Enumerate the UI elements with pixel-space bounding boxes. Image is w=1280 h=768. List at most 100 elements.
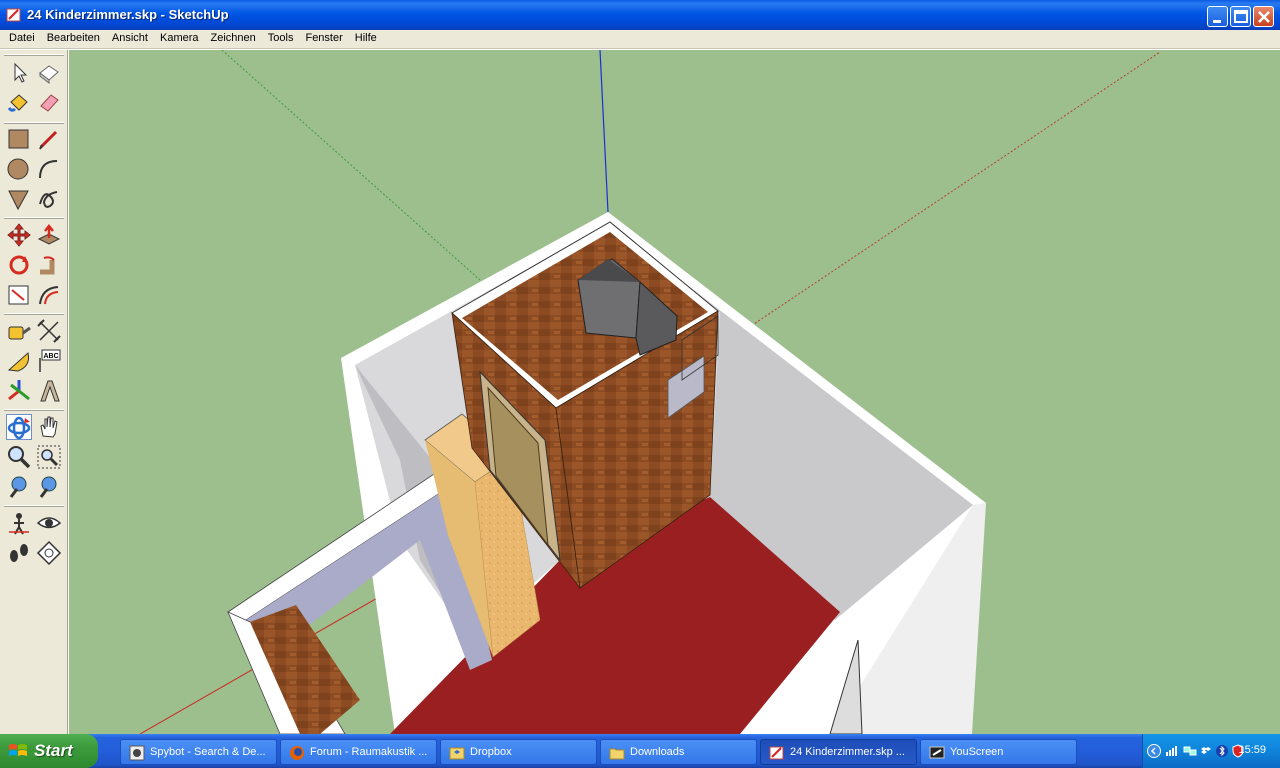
clock[interactable]: 15:59 bbox=[1238, 744, 1266, 756]
circle-tool[interactable] bbox=[6, 156, 32, 182]
axes-tool[interactable] bbox=[6, 378, 32, 404]
task-label: Downloads bbox=[630, 746, 685, 758]
polygon-tool[interactable] bbox=[6, 186, 32, 212]
circle-icon bbox=[7, 158, 29, 180]
task-youscreen[interactable]: YouScreen bbox=[920, 739, 1077, 765]
firefox-icon bbox=[290, 746, 304, 760]
menu-fenster[interactable]: Fenster bbox=[299, 30, 348, 49]
menu-bar: Datei Bearbeiten Ansicht Kamera Zeichnen… bbox=[0, 30, 1280, 49]
drawing-viewport[interactable] bbox=[69, 50, 1280, 734]
menu-datei[interactable]: Datei bbox=[3, 30, 41, 49]
bluetooth-icon[interactable] bbox=[1215, 744, 1229, 758]
push-pull-tool[interactable] bbox=[36, 222, 62, 248]
rotate-tool[interactable] bbox=[6, 252, 32, 278]
look-around-icon bbox=[36, 517, 62, 529]
green-axis-back bbox=[221, 50, 481, 281]
select-tool-icon bbox=[14, 62, 28, 83]
text-tool[interactable]: ABC bbox=[36, 348, 62, 374]
text-icon: ABC bbox=[39, 349, 61, 372]
start-button[interactable]: Start bbox=[0, 734, 98, 768]
menu-kamera[interactable]: Kamera bbox=[154, 30, 205, 49]
task-downloads[interactable]: Downloads bbox=[600, 739, 757, 765]
spybot-icon bbox=[129, 745, 145, 761]
model-scene bbox=[139, 50, 1161, 734]
freehand-tool[interactable] bbox=[36, 186, 62, 212]
window-title: 24 Kinderzimmer.skp - SketchUp bbox=[27, 7, 229, 22]
protractor-tool[interactable] bbox=[6, 348, 32, 374]
dimension-icon bbox=[37, 319, 61, 343]
menu-zeichnen[interactable]: Zeichnen bbox=[205, 30, 262, 49]
polygon-icon bbox=[8, 190, 29, 211]
toolbar-separator bbox=[4, 409, 64, 411]
paint-bucket-tool[interactable] bbox=[6, 90, 32, 116]
large-toolset-toolbar: ABC bbox=[0, 50, 68, 734]
eraser-tool[interactable] bbox=[36, 90, 62, 116]
rotate-icon bbox=[9, 255, 29, 275]
tape-measure-tool[interactable] bbox=[6, 318, 32, 344]
make-component-tool[interactable] bbox=[36, 60, 62, 86]
rectangle-tool[interactable] bbox=[6, 126, 32, 152]
toolbar-separator bbox=[4, 217, 64, 219]
start-label: Start bbox=[34, 741, 73, 760]
task-spybot[interactable]: Spybot - Search & De... bbox=[120, 739, 277, 765]
previous-view-tool[interactable] bbox=[6, 474, 32, 500]
folder-icon bbox=[609, 748, 625, 760]
minimize-button[interactable] bbox=[1207, 6, 1228, 27]
task-firefox[interactable]: Forum - Raumakustik ... bbox=[280, 739, 437, 765]
follow-me-tool[interactable] bbox=[36, 252, 62, 278]
menu-hilfe[interactable]: Hilfe bbox=[349, 30, 383, 49]
pan-tool[interactable] bbox=[36, 414, 62, 440]
select-tool[interactable] bbox=[6, 60, 32, 86]
tape-measure-icon bbox=[8, 326, 31, 340]
walk-tool[interactable] bbox=[6, 540, 32, 566]
zoom-tool[interactable] bbox=[6, 444, 32, 470]
make-component-icon bbox=[39, 65, 59, 85]
dropbox-tray-icon[interactable] bbox=[1199, 744, 1213, 758]
network-icon[interactable] bbox=[1183, 744, 1197, 758]
menu-bearbeiten[interactable]: Bearbeiten bbox=[41, 30, 106, 49]
section-plane-tool[interactable] bbox=[36, 540, 62, 566]
3d-text-icon bbox=[40, 380, 60, 402]
next-view-tool[interactable] bbox=[36, 474, 62, 500]
task-dropbox[interactable]: Dropbox bbox=[440, 739, 597, 765]
task-label: Forum - Raumakustik ... bbox=[310, 746, 428, 758]
sketchup-icon bbox=[769, 746, 784, 760]
position-camera-tool[interactable] bbox=[6, 510, 32, 536]
system-tray: 15:59 bbox=[1142, 734, 1280, 768]
move-tool[interactable] bbox=[6, 222, 32, 248]
orbit-tool[interactable] bbox=[6, 414, 32, 440]
offset-tool[interactable] bbox=[36, 282, 62, 308]
scale-tool[interactable] bbox=[6, 282, 32, 308]
line-icon bbox=[39, 130, 58, 150]
rectangle-icon bbox=[8, 129, 29, 149]
minimize-icon bbox=[1213, 20, 1221, 23]
sketchup-app-icon[interactable] bbox=[6, 7, 22, 23]
task-sketchup[interactable]: 24 Kinderzimmer.skp ... bbox=[760, 739, 917, 765]
maximize-icon bbox=[1234, 10, 1248, 23]
taskbar: Start Spybot - Search & De... Forum - Ra… bbox=[0, 734, 1280, 768]
toolbar-separator bbox=[4, 313, 64, 315]
arc-tool[interactable] bbox=[36, 156, 62, 182]
youscreen-icon bbox=[929, 746, 945, 759]
wifi-icon[interactable] bbox=[1165, 744, 1179, 758]
title-bar: 24 Kinderzimmer.skp - SketchUp bbox=[0, 0, 1280, 30]
task-label: 24 Kinderzimmer.skp ... bbox=[790, 746, 905, 758]
zoom-icon bbox=[8, 446, 31, 469]
blue-axis bbox=[599, 50, 609, 213]
paint-bucket-icon bbox=[7, 94, 28, 112]
menu-tools[interactable]: Tools bbox=[262, 30, 300, 49]
scale-icon bbox=[8, 285, 29, 305]
line-tool[interactable] bbox=[36, 126, 62, 152]
maximize-button[interactable] bbox=[1230, 6, 1251, 27]
dimension-tool[interactable] bbox=[36, 318, 62, 344]
tray-expand-icon[interactable] bbox=[1147, 744, 1161, 758]
menu-ansicht[interactable]: Ansicht bbox=[106, 30, 154, 49]
look-around-tool[interactable] bbox=[36, 510, 62, 536]
freehand-icon bbox=[39, 191, 58, 208]
toolbar-grip[interactable] bbox=[4, 54, 64, 56]
3d-text-tool[interactable] bbox=[36, 378, 62, 404]
eraser-icon bbox=[40, 94, 59, 112]
zoom-window-tool[interactable] bbox=[36, 444, 62, 470]
close-button[interactable] bbox=[1253, 6, 1274, 27]
next-view-icon bbox=[39, 476, 57, 498]
